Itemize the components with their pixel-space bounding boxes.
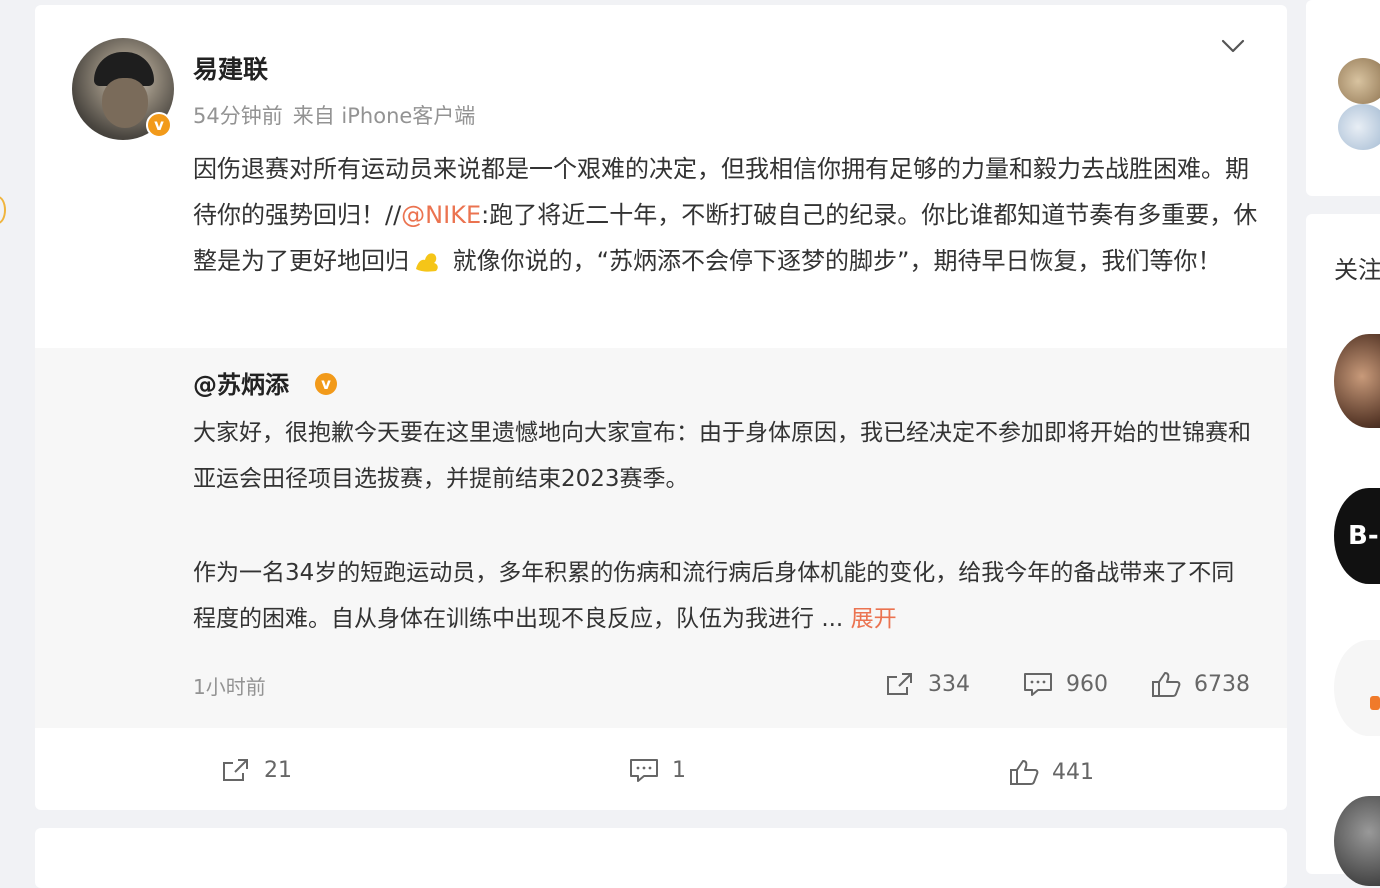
sidebar-avatar-accent (1370, 696, 1380, 710)
post-comment-count: 1 (672, 757, 686, 783)
verified-badge-icon: v (146, 112, 172, 138)
repost-time[interactable]: 1小时前 (193, 671, 266, 700)
repost-repost-button[interactable]: 334 (884, 670, 970, 698)
post-comment-button[interactable]: 1 (628, 756, 686, 784)
sidebar-dog-avatar[interactable] (1338, 58, 1380, 104)
repost-author[interactable]: @苏炳添 (193, 365, 289, 400)
expand-link[interactable]: 展开 (851, 606, 897, 632)
follow-heading: 关注 (1334, 256, 1380, 284)
post-like-count: 441 (1052, 759, 1094, 785)
share-icon (887, 673, 912, 695)
left-edge-icon (0, 196, 6, 224)
repost-ellipsis: ... (821, 606, 844, 632)
repost-comment-count: 960 (1066, 671, 1108, 697)
thumbs-up-icon (1010, 760, 1039, 785)
sidebar-baby-avatar[interactable] (1338, 104, 1380, 150)
repost-comment-button[interactable]: 960 (1022, 670, 1108, 698)
repost-repost-count: 334 (928, 671, 970, 697)
post-meta: 54分钟前 来自 iPhone客户端 (193, 100, 485, 130)
repost-like-count: 6738 (1194, 671, 1250, 697)
repost-paragraph-2: 作为一名34岁的短跑运动员，多年积累的伤病和流行病后身体机能的变化，给我今年的备… (193, 560, 1235, 632)
thumbs-up-icon (1152, 672, 1181, 697)
post-source: 来自 iPhone客户端 (292, 104, 476, 128)
flexed-biceps-emoji-icon (416, 253, 438, 272)
chevron-down-icon[interactable] (1218, 34, 1248, 58)
author-name[interactable]: 易建联 (193, 50, 268, 86)
repost-like-button[interactable]: 6738 (1150, 670, 1250, 698)
repost-paragraph-1: 大家好，很抱歉今天要在这里遗憾地向大家宣布：由于身体原因，我已经决定不参加即将开… (193, 420, 1251, 492)
avatar-face-shape (102, 78, 148, 128)
comment-icon (630, 759, 658, 782)
repost-paragraph-2-wrap: 作为一名34岁的短跑运动员，多年积累的伤病和流行病后身体机能的变化，给我今年的备… (193, 550, 1253, 642)
next-post-card (35, 828, 1287, 888)
repost-author-name[interactable]: @苏炳添 (193, 371, 289, 399)
post-repost-button[interactable]: 21 (220, 756, 292, 784)
share-icon (223, 759, 248, 781)
repost-text: 大家好，很抱歉今天要在这里遗憾地向大家宣布：由于身体原因，我已经决定不参加即将开… (193, 410, 1253, 642)
post-time[interactable]: 54分钟前 (193, 104, 283, 128)
post-repost-count: 21 (264, 757, 292, 783)
comment-icon (1024, 673, 1052, 696)
post-text: 因伤退赛对所有运动员来说都是一个艰难的决定，但我相信你拥有足够的力量和毅力去战胜… (193, 146, 1258, 284)
post-like-button[interactable]: 441 (1008, 758, 1094, 786)
mention-link[interactable]: @NIKE (401, 201, 481, 229)
repost-verified-badge-icon: v (313, 371, 339, 397)
post-text-part-3: 就像你说的，“苏炳添不会停下逐梦的脚步”，期待早日恢复，我们等你！ (445, 247, 1222, 275)
